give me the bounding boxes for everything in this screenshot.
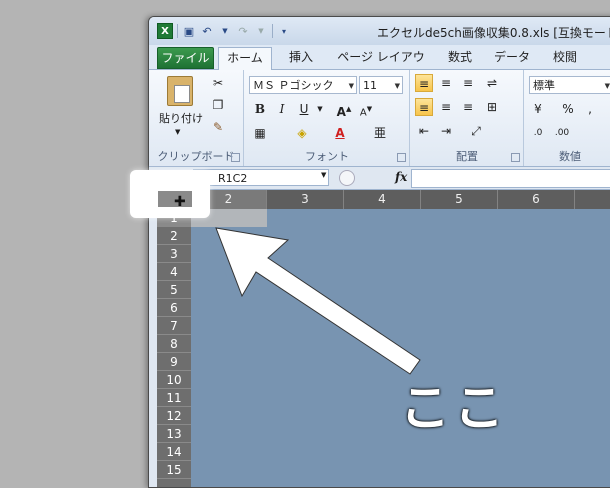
annotation-label: ここ [400,379,508,437]
annotation-arrow-icon [215,227,421,375]
